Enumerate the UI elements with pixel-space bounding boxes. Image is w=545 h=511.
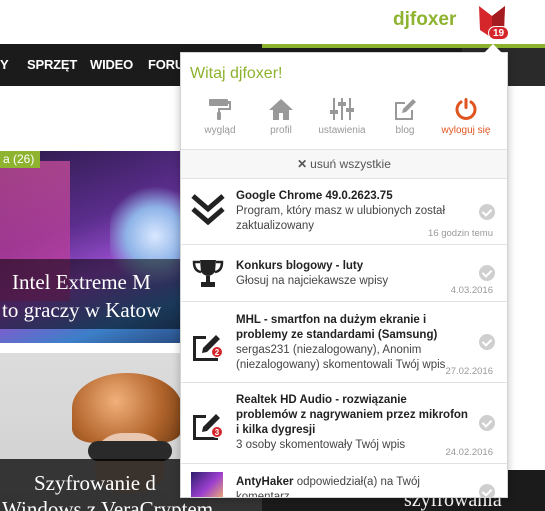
- mark-read-icon[interactable]: [479, 265, 495, 281]
- notification-date: 16 godzin temu: [428, 228, 493, 239]
- article-title-line1[interactable]: Szyfrowanie d: [34, 469, 156, 497]
- notification-text: Konkurs blogowy - luty Głosuj na najciek…: [236, 259, 468, 289]
- welcome-text: Witaj djfoxer!: [190, 65, 283, 82]
- category-count-badge: a (26): [0, 151, 41, 168]
- notification-body: sergas231 (niezalogowany), Anonim (nieza…: [236, 344, 446, 371]
- action-label: ustawienia: [318, 125, 366, 136]
- action-settings[interactable]: ustawienia: [310, 97, 374, 136]
- notification-title: MHL - smartfon na dużym ekranie i proble…: [236, 314, 438, 341]
- mark-read-icon[interactable]: [479, 204, 495, 220]
- sliders-icon: [330, 98, 354, 120]
- action-label: profil: [270, 125, 292, 136]
- notification-title: Realtek HD Audio - rozwiązanie problemów…: [236, 394, 468, 436]
- nav-item-sprzet[interactable]: SPRZĘT: [27, 44, 77, 86]
- notification-title: Konkurs blogowy - luty: [236, 260, 364, 272]
- notification-date: 27.02.2016: [445, 366, 493, 377]
- avatar: [191, 472, 223, 497]
- double-chevron-down-icon: [191, 194, 225, 226]
- notification-item[interactable]: 3 Realtek HD Audio - rozwiązanie problem…: [181, 383, 507, 464]
- article-title-line1[interactable]: Intel Extreme M: [12, 268, 151, 296]
- notification-item[interactable]: AntyHaker odpowiedział(a) na Twój koment…: [181, 464, 507, 497]
- close-icon: ✕: [297, 157, 308, 171]
- remove-all-label: usuń wszystkie: [310, 157, 391, 171]
- dropdown-caret: [484, 44, 502, 53]
- notification-body: 3 osoby skomentowały Twój wpis: [236, 439, 406, 451]
- notification-count-badge: 19: [488, 26, 509, 40]
- comment-count-badge: 2: [211, 346, 223, 358]
- notification-item[interactable]: Konkurs blogowy - luty Głosuj na najciek…: [181, 245, 507, 302]
- notification-body: Program, który masz w ulubionych został …: [236, 205, 445, 232]
- action-label: wygląd: [204, 125, 236, 136]
- mark-read-icon[interactable]: [479, 334, 495, 350]
- action-profile[interactable]: profil: [249, 97, 313, 136]
- action-label: wyloguj się: [441, 125, 491, 136]
- comment-count-badge: 3: [211, 426, 223, 438]
- notification-text: AntyHaker odpowiedział(a) na Twój koment…: [236, 475, 468, 497]
- notification-item[interactable]: Google Chrome 49.0.2623.75 Program, któr…: [181, 180, 507, 245]
- notification-body: Głosuj na najciekawsze wpisy: [236, 275, 389, 287]
- nav-item-wideo[interactable]: WIDEO: [90, 44, 133, 86]
- nav-item-forum[interactable]: FORU: [148, 44, 184, 86]
- edit-icon: [395, 99, 416, 120]
- notification-text: Realtek HD Audio - rozwiązanie problemów…: [236, 393, 468, 453]
- trophy-icon: [192, 260, 224, 287]
- notification-title: AntyHaker: [236, 476, 294, 488]
- nav-item-partial[interactable]: Y: [0, 44, 9, 86]
- notification-title: Google Chrome 49.0.2623.75: [236, 190, 393, 202]
- top-bar: djfoxer 19: [0, 0, 545, 44]
- home-icon: [269, 99, 293, 120]
- action-logout[interactable]: wyloguj się: [434, 97, 498, 136]
- action-blog[interactable]: blog: [373, 97, 437, 136]
- remove-all-button[interactable]: ✕ usuń wszystkie: [181, 149, 507, 179]
- notification-item[interactable]: 2 MHL - smartfon na dużym ekranie i prob…: [181, 302, 507, 383]
- panel-actions: wygląd profil ustawienia blog wyloguj si…: [181, 97, 507, 149]
- action-appearance[interactable]: wygląd: [188, 97, 252, 136]
- user-dropdown-panel: Witaj djfoxer! wygląd profil ustawienia …: [180, 52, 508, 498]
- username-link[interactable]: djfoxer: [393, 9, 456, 31]
- mark-read-icon[interactable]: [479, 415, 495, 431]
- paint-roller-icon: [209, 99, 231, 120]
- notification-text: MHL - smartfon na dużym ekranie i proble…: [236, 313, 468, 373]
- goggles-image: [88, 441, 172, 461]
- notification-date: 4.03.2016: [450, 285, 493, 296]
- action-label: blog: [395, 125, 415, 136]
- article-title-line2[interactable]: to graczy w Katow: [2, 296, 161, 324]
- notification-date: 24.02.2016: [445, 447, 493, 458]
- power-icon: [455, 98, 477, 120]
- mark-read-icon[interactable]: [479, 484, 495, 497]
